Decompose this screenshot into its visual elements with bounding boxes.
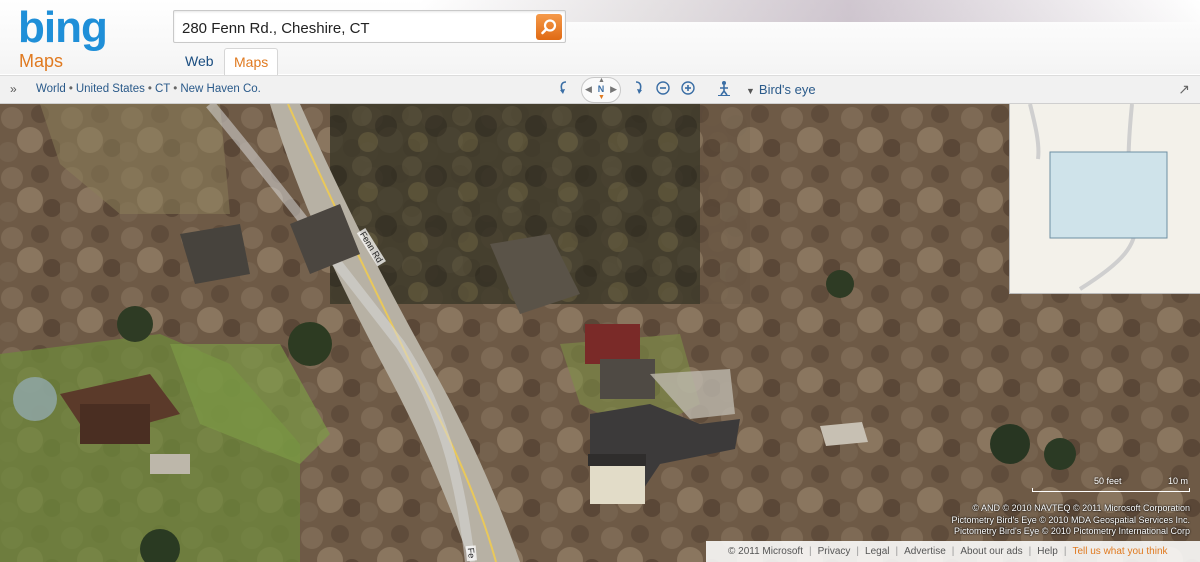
copyright-line: Pictometry Bird's Eye © 2010 MDA Geospat… bbox=[951, 514, 1190, 525]
breadcrumb-item-united-states[interactable]: United States bbox=[76, 83, 145, 95]
footer-feedback-link[interactable]: Tell us what you think bbox=[1072, 546, 1167, 557]
search-icon bbox=[541, 19, 557, 35]
footer-link-legal[interactable]: Legal bbox=[865, 546, 889, 557]
map-view-selector[interactable]: ▼ Bird's eye bbox=[746, 82, 816, 97]
header: bing Maps Web Maps bbox=[0, 0, 1200, 75]
tab-web[interactable]: Web bbox=[176, 48, 223, 75]
external-link-icon[interactable]: ↗ bbox=[1178, 81, 1190, 98]
search-button[interactable] bbox=[536, 14, 562, 40]
chevron-down-icon: ▼ bbox=[746, 86, 755, 96]
search-box bbox=[173, 10, 566, 43]
map-toolbar: » World • United States • CT • New Haven Co. ▲… bbox=[0, 75, 1200, 104]
breadcrumb-item-new-haven-co[interactable]: New Haven Co. bbox=[180, 83, 261, 95]
compass-control[interactable]: ▲ ◀ N ▶ ▼ bbox=[581, 77, 621, 103]
pan-right-icon[interactable]: ▶ bbox=[610, 84, 617, 95]
zoom-in-icon[interactable] bbox=[678, 80, 698, 100]
breadcrumb-item-ct[interactable]: CT bbox=[155, 83, 170, 95]
expand-panel-icon[interactable]: » bbox=[10, 82, 17, 96]
overview-minimap[interactable] bbox=[1009, 103, 1200, 294]
footer-link-privacy[interactable]: Privacy bbox=[818, 546, 851, 557]
map-scale: 50 feet 10 m bbox=[1032, 476, 1192, 496]
pan-up-icon[interactable]: ▲ bbox=[598, 77, 605, 84]
search-input[interactable] bbox=[182, 17, 532, 39]
copyright-line: © AND © 2010 NAVTEQ © 2011 Microsoft Cor… bbox=[972, 503, 1190, 513]
rotate-right-icon[interactable] bbox=[628, 80, 648, 100]
map-copyright: © AND © 2010 NAVTEQ © 2011 Microsoft Cor… bbox=[952, 503, 1190, 538]
bing-logo[interactable]: bing bbox=[18, 6, 108, 50]
zoom-out-icon[interactable] bbox=[653, 80, 673, 100]
road-label-fenn-rd-partial: Fe bbox=[465, 545, 477, 561]
tab-maps[interactable]: Maps bbox=[224, 48, 279, 75]
map-view-label: Bird's eye bbox=[758, 82, 816, 97]
pan-down-icon[interactable]: ▼ bbox=[598, 94, 605, 101]
footer-link-help[interactable]: Help bbox=[1037, 546, 1058, 557]
breadcrumb: World • United States • CT • New Haven Co. bbox=[36, 83, 261, 95]
footer: © 2011 Microsoft | Privacy | Legal | Advertise… bbox=[706, 541, 1200, 562]
scale-bar bbox=[1032, 488, 1190, 492]
streetside-person-icon[interactable] bbox=[714, 80, 734, 100]
footer-link-advertise[interactable]: Advertise bbox=[904, 546, 946, 557]
scale-feet-label: 50 feet bbox=[1094, 476, 1122, 486]
footer-copyright: © 2011 Microsoft bbox=[728, 546, 803, 557]
minimap-drawing bbox=[1028, 103, 1168, 291]
copyright-line: Pictometry Bird's Eye © 2010 Pictometry … bbox=[954, 526, 1190, 536]
rotate-left-icon[interactable] bbox=[554, 80, 574, 100]
scale-meters-label: 10 m bbox=[1168, 476, 1189, 486]
maps-section-title: Maps bbox=[19, 51, 64, 71]
breadcrumb-item-world[interactable]: World bbox=[36, 83, 66, 95]
footer-link-about-ads[interactable]: About our ads bbox=[960, 546, 1022, 557]
